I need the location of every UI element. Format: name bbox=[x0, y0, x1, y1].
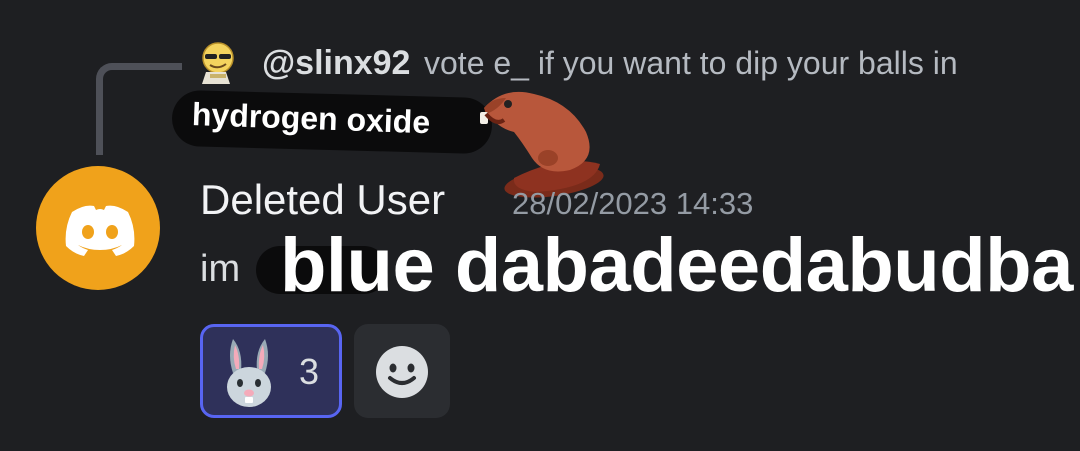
add-reaction-button[interactable] bbox=[354, 324, 450, 418]
rabbit-face-icon bbox=[217, 335, 281, 409]
reply-avatar[interactable] bbox=[196, 40, 242, 86]
message-overlay-text: blue dabadeedabudba bbox=[280, 223, 1073, 308]
reply-preview-text[interactable]: vote e_ if you want to dip your balls in bbox=[424, 45, 958, 82]
beaver-icon bbox=[474, 84, 610, 200]
discord-logo-icon bbox=[36, 166, 160, 290]
author-name[interactable]: Deleted User bbox=[200, 176, 445, 224]
emoji-face-avatar-icon bbox=[202, 42, 234, 84]
reply-connector bbox=[96, 63, 182, 155]
reply-username[interactable]: @slinx92 bbox=[262, 44, 410, 83]
discord-message-view: @slinx92 vote e_ if you want to dip your… bbox=[0, 0, 1080, 451]
reaction-rabbit[interactable]: 3 bbox=[200, 324, 342, 418]
smiley-add-reaction-icon bbox=[376, 346, 428, 398]
message-text-prefix: im bbox=[200, 248, 241, 290]
author-avatar[interactable] bbox=[36, 166, 160, 290]
message-timestamp: 28/02/2023 14:33 bbox=[512, 186, 754, 221]
reaction-count: 3 bbox=[299, 351, 320, 392]
